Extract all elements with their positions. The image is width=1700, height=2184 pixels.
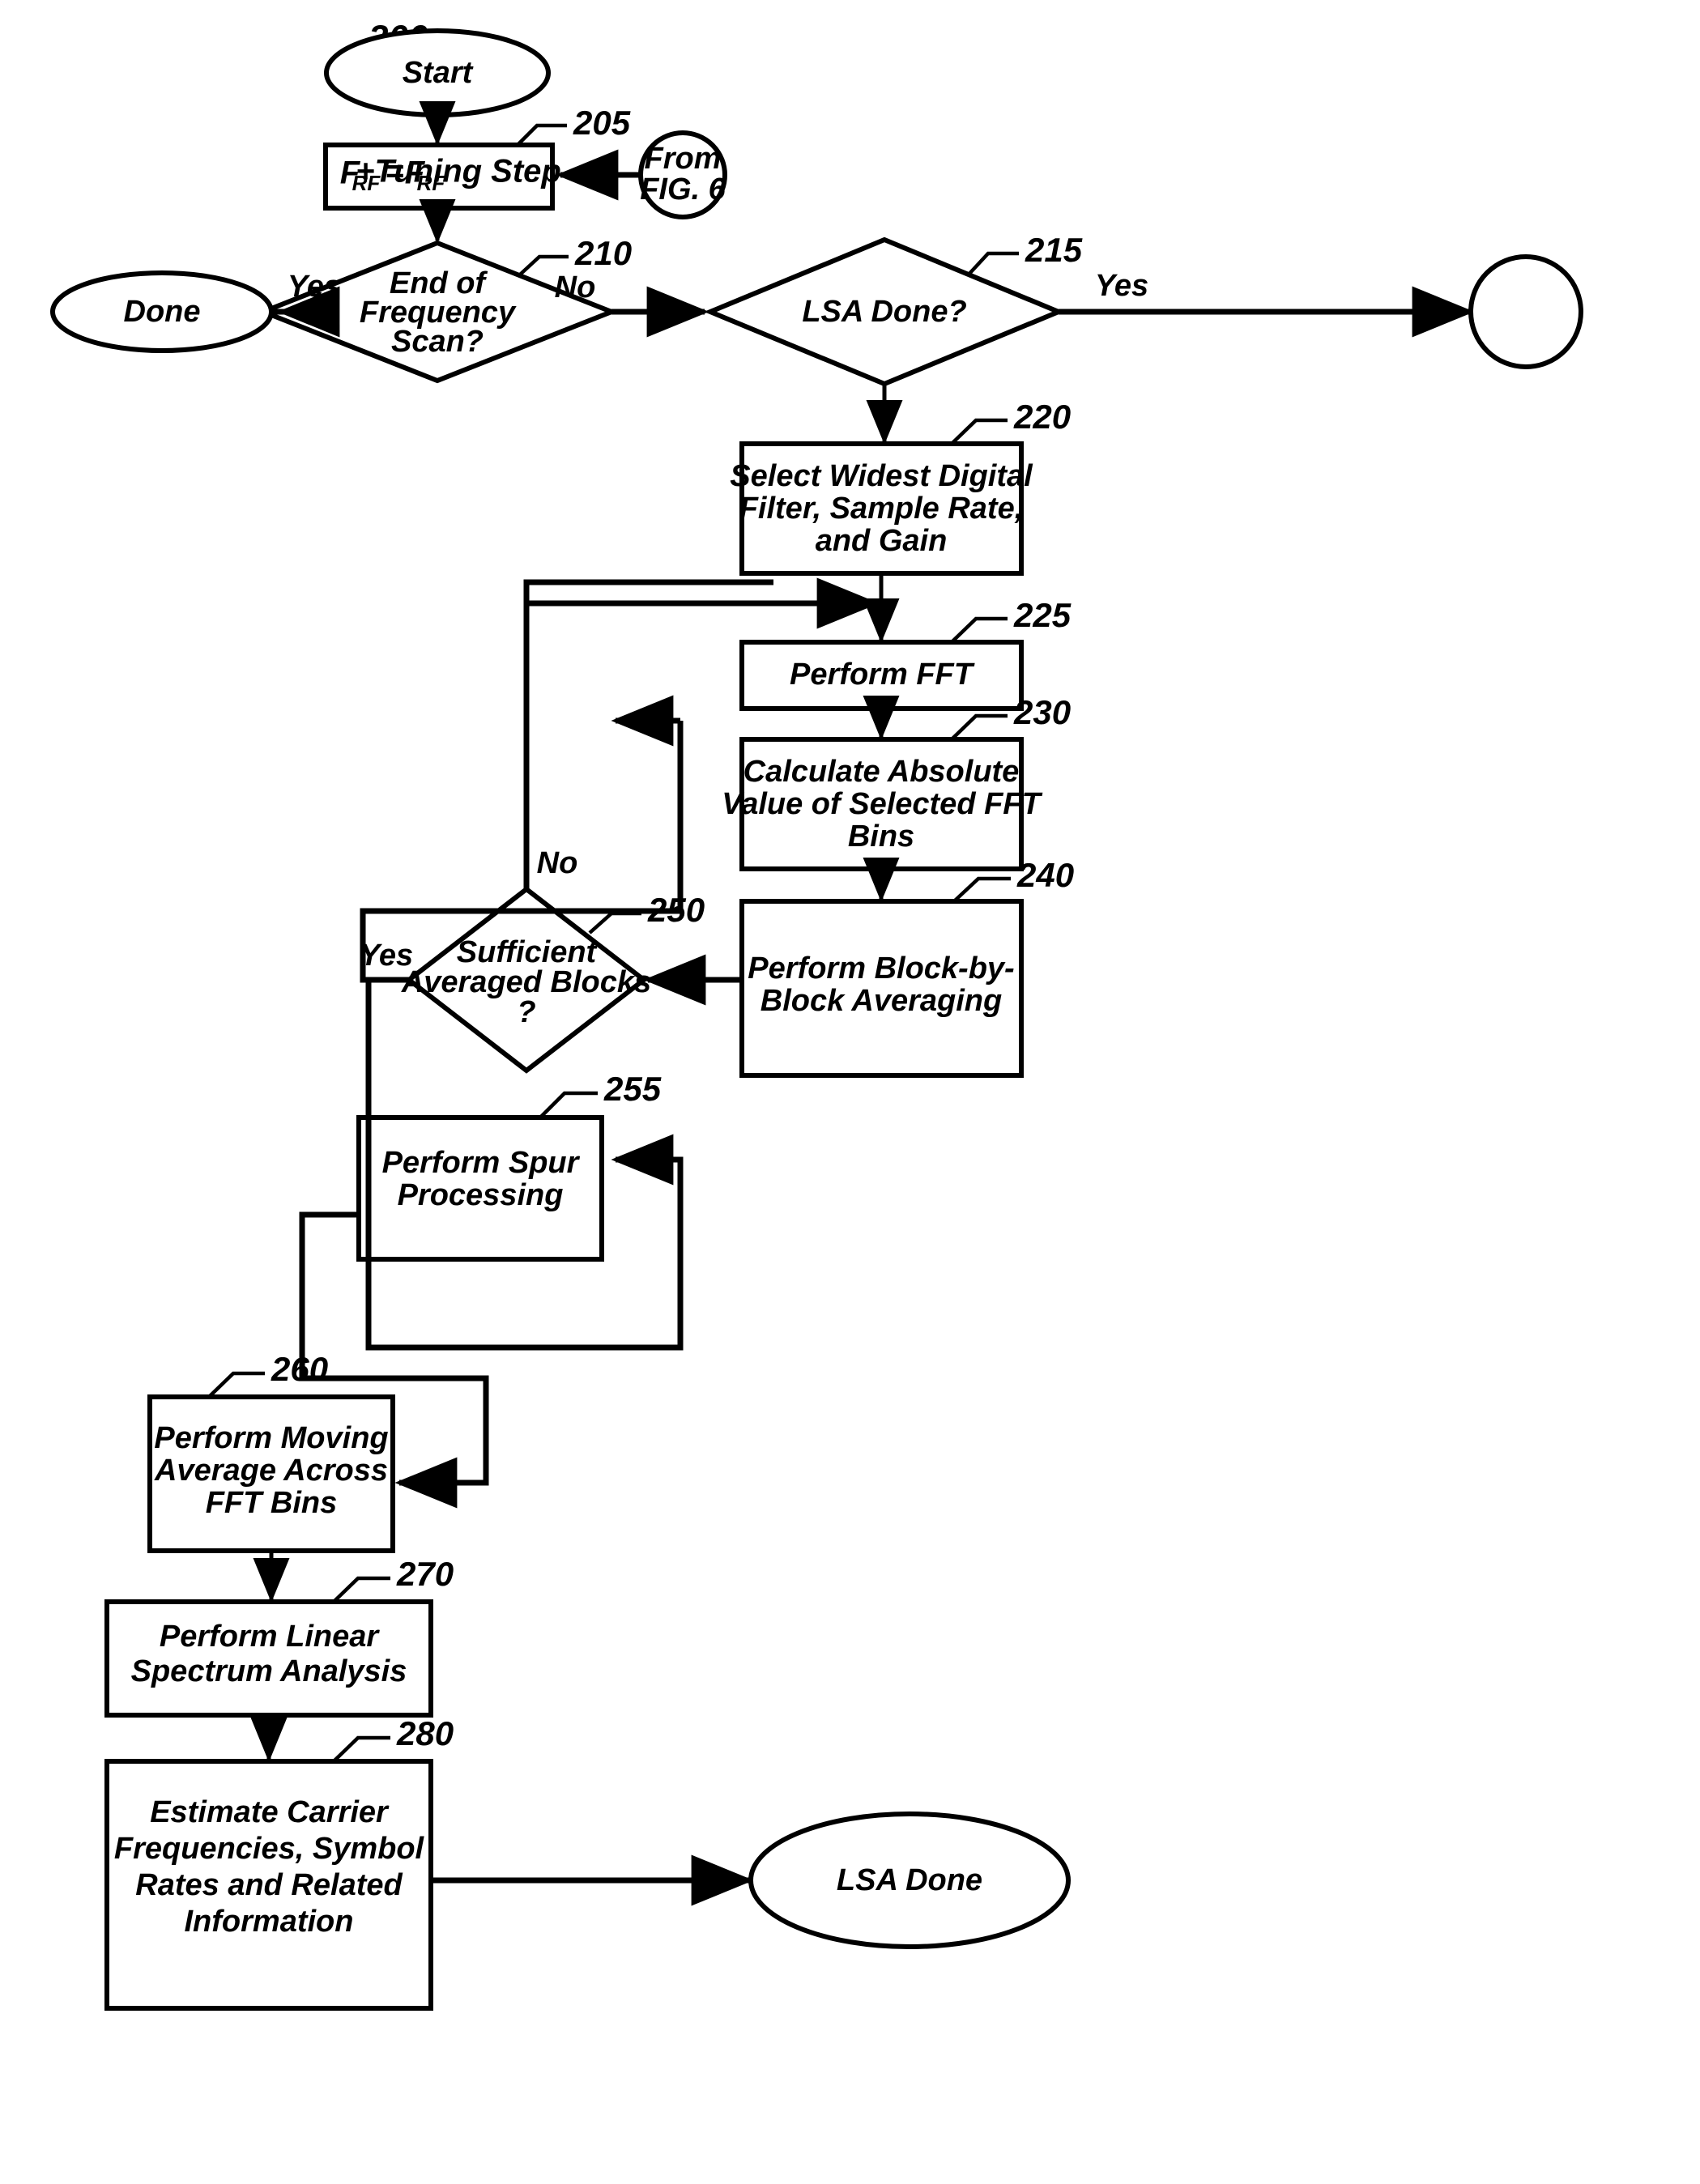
node-step255-line2: Processing: [398, 1178, 564, 1212]
node-done: Done: [50, 270, 274, 353]
node-step280-line2: Frequencies, Symbol: [114, 1832, 425, 1866]
figure-canvas: 200 Start F RF = F RF +Tuning Step 205: [0, 0, 1700, 2184]
ref-220: 220: [1013, 398, 1071, 436]
node-step220-line1: Select Widest Digital: [730, 459, 1033, 493]
ref-210: 210: [574, 234, 632, 272]
node-lsa-done: LSA Done: [748, 1811, 1071, 1949]
node-step205-equation: F RF = F RF +Tuning Step: [340, 154, 561, 195]
node-step260-line2: Average Across: [154, 1454, 388, 1488]
node-step215: LSA Done? 215: [704, 231, 1083, 387]
ref-240: 240: [1016, 856, 1074, 894]
node-step210-line3: Scan?: [391, 325, 484, 359]
node-step270-line1: Perform Linear: [160, 1620, 381, 1654]
branch-250-no: No: [537, 846, 578, 880]
node-step205: F RF = F RF +Tuning Step 205: [323, 104, 631, 211]
node-step270: Perform Linear Spectrum Analysis 270: [104, 1555, 454, 1718]
node-step230-line3: Bins: [848, 820, 914, 854]
node-step260-line1: Perform Moving: [154, 1421, 388, 1455]
node-step215-line1: LSA Done?: [802, 295, 966, 329]
ref-255: 255: [603, 1070, 662, 1108]
node-step250-line1: Sufficient: [457, 935, 598, 969]
branch-250-yes: Yes: [360, 939, 413, 973]
node-done-label: Done: [124, 295, 201, 329]
node-step225-line1: Perform FFT: [790, 658, 975, 692]
node-step240: Perform Block-by- Block Averaging 240: [739, 856, 1074, 1078]
node-lsadone-label: LSA Done: [837, 1863, 982, 1897]
node-step260-line3: FFT Bins: [206, 1486, 338, 1520]
eq-rest: +Tuning Step: [356, 154, 561, 189]
from-fig6-line2: FIG. 6: [640, 172, 726, 206]
from-fig6-line1: From: [645, 142, 722, 176]
branch-210-no: No: [555, 270, 596, 304]
node-step240-line1: Perform Block-by-: [748, 952, 1014, 986]
node-step230-line2: Value of Selected FFT: [722, 787, 1042, 821]
node-step255-line1: Perform Spur: [382, 1146, 581, 1180]
node-start-label: Start: [403, 56, 474, 90]
branch-215-yes: Yes: [1095, 269, 1148, 303]
node-step225: Perform FFT 225: [739, 596, 1072, 711]
ref-280: 280: [396, 1714, 454, 1752]
node-step220: Select Widest Digital Filter, Sample Rat…: [730, 398, 1071, 576]
node-step240-line2: Block Averaging: [761, 984, 1002, 1018]
node-step210: End of Frequency Scan? 210: [256, 234, 632, 384]
branch-210-yes: Yes: [288, 270, 341, 304]
node-step280: Estimate Carrier Frequencies, Symbol Rat…: [104, 1714, 454, 2011]
node-step220-line2: Filter, Sample Rate,: [739, 492, 1024, 526]
ref-205: 205: [573, 104, 631, 142]
node-from-fig6: From FIG. 6: [638, 130, 727, 219]
ref-270: 270: [396, 1555, 454, 1593]
ref-225: 225: [1013, 596, 1072, 634]
node-step280-line4: Information: [185, 1905, 354, 1939]
node-step280-line3: Rates and Related: [135, 1868, 403, 1902]
node-step230-line1: Calculate Absolute: [743, 755, 1020, 789]
node-step255-real: [362, 640, 605, 777]
node-step250-line3: ?: [517, 995, 535, 1029]
ref-215: 215: [1025, 231, 1083, 269]
flowchart-svg: 200 Start F RF = F RF +Tuning Step 205: [50, 19, 1583, 2011]
node-offpage-connector: [1468, 254, 1583, 369]
node-step270-line2: Spectrum Analysis: [131, 1654, 407, 1688]
node-step250-line2: Averaged Blocks: [401, 965, 651, 999]
node-start: Start: [324, 28, 551, 117]
node-step280-line1: Estimate Carrier: [150, 1795, 390, 1829]
ref-230: 230: [1013, 693, 1071, 731]
node-step220-line3: and Gain: [816, 524, 948, 558]
